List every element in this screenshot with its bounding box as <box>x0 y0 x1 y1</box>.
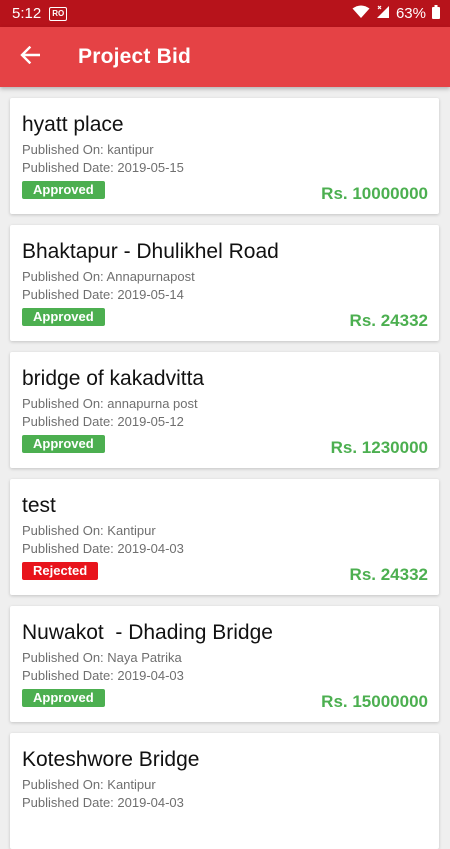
bid-amount: Rs. 24332 <box>349 311 428 330</box>
bid-published-date: Published Date: 2019-05-12 <box>22 414 184 429</box>
back-button[interactable] <box>0 27 60 87</box>
arrow-back-icon <box>20 45 41 69</box>
page-title: Project Bid <box>78 45 192 68</box>
bid-published-on: Published On: annapurna post <box>22 396 198 411</box>
bid-published-date: Published Date: 2019-04-03 <box>22 795 184 810</box>
battery-icon <box>432 4 440 23</box>
bid-amount: Rs. 10000000 <box>321 184 428 203</box>
status-bar: 5:12 RO 63% <box>0 0 450 27</box>
notification-badge-icon: RO <box>49 6 68 21</box>
bid-published-on: Published On: kantipur <box>22 142 154 157</box>
status-badge: Rejected <box>22 562 99 580</box>
bid-card[interactable]: Nuwakot - Dhading Bridge Published On: N… <box>10 606 439 722</box>
status-badge: Approved <box>22 308 105 326</box>
status-right: 63% <box>352 4 440 23</box>
bid-published-date: Published Date: 2019-04-03 <box>22 668 184 683</box>
bid-published-date: Published Date: 2019-05-15 <box>22 160 184 175</box>
bid-published-date: Published Date: 2019-04-03 <box>22 541 184 556</box>
status-badge: Approved <box>22 435 105 453</box>
bid-card[interactable]: bridge of kakadvitta Published On: annap… <box>10 352 439 468</box>
bid-title: bridge of kakadvitta <box>22 367 205 390</box>
status-badge: Approved <box>22 181 105 199</box>
bid-title: Nuwakot - Dhading Bridge <box>22 621 273 644</box>
bid-published-on: Published On: Naya Patrika <box>22 650 182 665</box>
status-badge: Approved <box>22 689 105 707</box>
bid-published-on: Published On: Annapurnapost <box>22 269 195 284</box>
bid-title: hyatt place <box>22 113 124 136</box>
signal-icon <box>376 5 390 23</box>
bid-published-on: Published On: Kantipur <box>22 777 156 792</box>
bid-published-date: Published Date: 2019-05-14 <box>22 287 184 302</box>
bid-title: Koteshwore Bridge <box>22 748 200 771</box>
bid-amount: Rs. 24332 <box>349 565 428 584</box>
bid-published-on: Published On: Kantipur <box>22 523 156 538</box>
bid-card[interactable]: hyatt place Published On: kantipur Publi… <box>10 98 439 214</box>
wifi-icon <box>352 5 370 23</box>
app-bar: Project Bid <box>0 27 450 87</box>
bid-title: Bhaktapur - Dhulikhel Road <box>22 240 279 263</box>
bid-card[interactable]: Bhaktapur - Dhulikhel Road Published On:… <box>10 225 439 341</box>
bid-card[interactable]: Koteshwore Bridge Published On: Kantipur… <box>10 733 439 849</box>
bid-title: test <box>22 494 56 517</box>
bid-amount: Rs. 15000000 <box>321 692 428 711</box>
battery-level: 63% <box>395 5 426 22</box>
bid-amount: Rs. 1230000 <box>330 438 428 457</box>
bid-card[interactable]: test Published On: Kantipur Published Da… <box>10 479 439 595</box>
status-time: 5:12 <box>12 5 42 22</box>
status-left: 5:12 RO <box>12 5 68 22</box>
